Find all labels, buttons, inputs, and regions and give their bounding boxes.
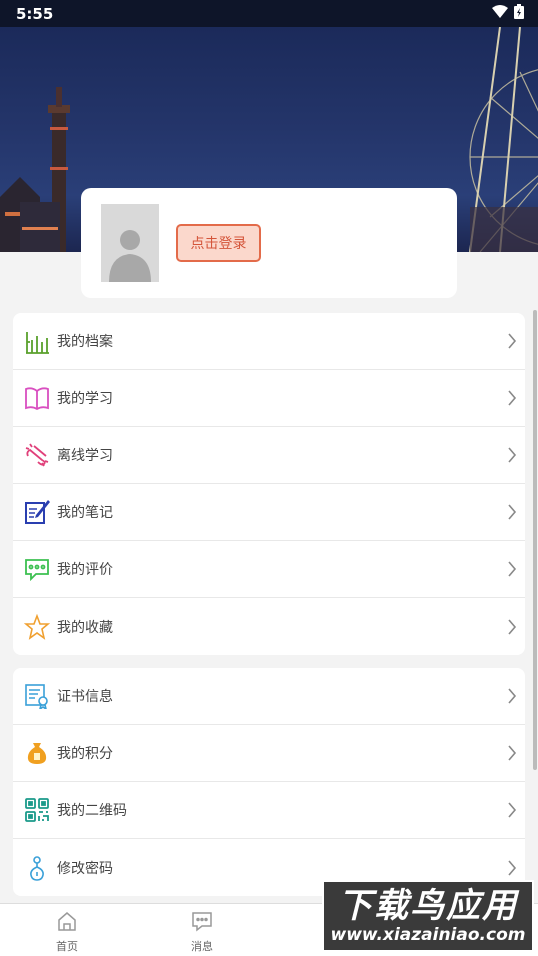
- nav-item-message[interactable]: 消息: [172, 910, 232, 954]
- login-button[interactable]: 点击登录: [176, 224, 261, 262]
- message-icon: [191, 910, 213, 936]
- menu-label: 我的积分: [57, 746, 113, 762]
- menu-label: 我的收藏: [57, 619, 113, 636]
- menu-group-personal: 我的档案 我的学习 离线学习 我的笔记 我的评价 我的收藏: [13, 313, 525, 655]
- menu-label: 我的二维码: [57, 803, 127, 819]
- chevron-right-icon: [505, 332, 519, 350]
- key-icon: [23, 854, 51, 882]
- nav-label: 首页: [56, 940, 78, 953]
- watermark: 下载鸟应用 www.xiazainiao.com: [322, 880, 534, 952]
- menu-item-notes[interactable]: 我的笔记: [13, 484, 525, 541]
- menu-item-evaluation[interactable]: 我的评价: [13, 541, 525, 598]
- menu-item-archive[interactable]: 我的档案: [13, 313, 525, 370]
- star-icon: [23, 613, 51, 641]
- menu-item-certificate[interactable]: 证书信息: [13, 668, 525, 725]
- nav-item-home[interactable]: 首页: [37, 910, 97, 954]
- chevron-right-icon: [505, 389, 519, 407]
- status-bar: 5:55: [0, 0, 538, 27]
- menu-label: 证书信息: [57, 689, 113, 705]
- watermark-url: www.xiazainiao.com: [330, 925, 526, 945]
- chevron-right-icon: [505, 560, 519, 578]
- qrcode-icon: [23, 796, 51, 824]
- profile-card: 点击登录: [81, 188, 457, 298]
- chevron-right-icon: [505, 859, 519, 877]
- chevron-right-icon: [505, 618, 519, 636]
- avatar[interactable]: [101, 204, 159, 282]
- chevron-right-icon: [505, 687, 519, 705]
- menu-item-study[interactable]: 我的学习: [13, 370, 525, 427]
- scrollbar[interactable]: [533, 310, 537, 770]
- menu-label: 我的学习: [57, 391, 113, 407]
- menu-label: 离线学习: [57, 448, 113, 464]
- menu-item-offline-study[interactable]: 离线学习: [13, 427, 525, 484]
- chevron-right-icon: [505, 801, 519, 819]
- battery-icon: [514, 4, 524, 23]
- chevron-right-icon: [505, 446, 519, 464]
- menu-group-account: 证书信息 我的积分 我的二维码 修改密码: [13, 668, 525, 896]
- chevron-right-icon: [505, 503, 519, 521]
- status-time: 5:55: [16, 4, 54, 23]
- book-icon: [23, 384, 51, 412]
- note-edit-icon: [23, 498, 51, 526]
- home-icon: [56, 910, 78, 936]
- offline-icon: [23, 441, 51, 469]
- archive-chart-icon: [23, 327, 51, 355]
- menu-item-points[interactable]: 我的积分: [13, 725, 525, 782]
- certificate-icon: [23, 682, 51, 710]
- comment-icon: [23, 555, 51, 583]
- watermark-title: 下载鸟应用: [338, 886, 518, 926]
- points-bag-icon: [23, 739, 51, 767]
- menu-label: 我的评价: [57, 562, 113, 578]
- chevron-right-icon: [505, 744, 519, 762]
- menu-label: 修改密码: [57, 860, 113, 877]
- menu-item-qrcode[interactable]: 我的二维码: [13, 782, 525, 839]
- menu-item-favorites[interactable]: 我的收藏: [13, 598, 525, 655]
- menu-label: 我的笔记: [57, 505, 113, 521]
- wifi-icon: [492, 4, 508, 23]
- menu-label: 我的档案: [57, 334, 113, 350]
- nav-label: 消息: [191, 940, 213, 953]
